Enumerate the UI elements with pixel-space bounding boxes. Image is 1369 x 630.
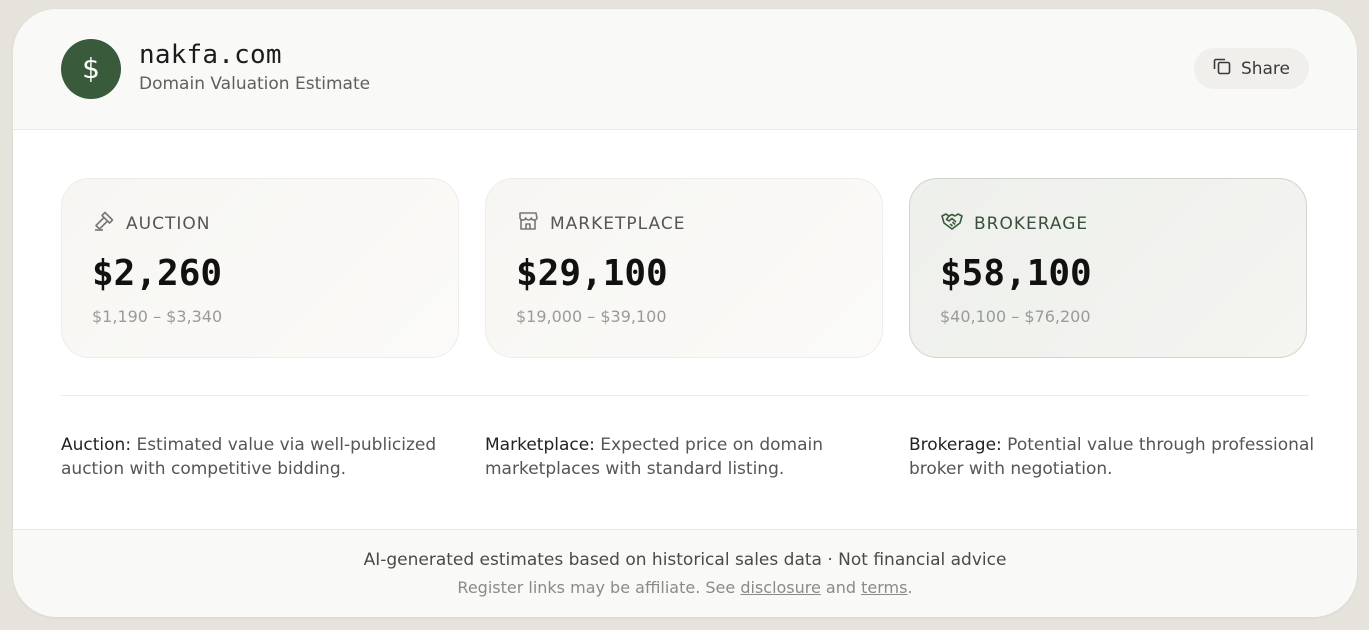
marketplace-description: Marketplace: Expected price on domain ma…: [485, 433, 875, 481]
tier-range: $19,000 – $39,100: [516, 307, 667, 326]
brokerage-description: Brokerage: Potential value through profe…: [909, 433, 1319, 481]
domain-name: nakfa.com: [139, 40, 282, 70]
affiliate-note: Register links may be affiliate. See dis…: [13, 578, 1357, 597]
page-subtitle: Domain Valuation Estimate: [139, 74, 371, 94]
period-text: .: [907, 578, 913, 597]
auction-description: Auction: Estimated value via well-public…: [61, 433, 451, 481]
and-text: and: [820, 578, 862, 597]
dollar-sign-icon: $: [61, 39, 121, 99]
tier-value: $2,260: [92, 253, 223, 294]
svg-text:$: $: [82, 53, 100, 85]
tier-label: MARKETPLACE: [550, 213, 686, 234]
tier-range: $1,190 – $3,340: [92, 307, 223, 326]
description-term: Brokerage:: [909, 435, 1002, 455]
gavel-icon: [92, 209, 116, 238]
tier-range: $40,100 – $76,200: [940, 307, 1091, 326]
description-term: Marketplace:: [485, 435, 595, 455]
card-footer: AI-generated estimates based on historic…: [13, 529, 1357, 617]
disclosure-link[interactable]: disclosure: [740, 578, 821, 597]
share-label: Share: [1240, 58, 1290, 79]
tier-value: $58,100: [940, 253, 1092, 294]
terms-link[interactable]: terms: [861, 578, 907, 597]
card-header: $ nakfa.com Domain Valuation Estimate Sh…: [13, 9, 1357, 130]
description-term: Auction:: [61, 435, 132, 455]
affiliate-prefix: Register links may be affiliate. See: [457, 578, 741, 597]
tier-brokerage: BROKERAGE $58,100 $40,100 – $76,200: [909, 178, 1307, 358]
section-divider: [61, 395, 1309, 396]
tier-label: AUCTION: [126, 213, 211, 234]
disclaimer-text: AI-generated estimates based on historic…: [363, 550, 1007, 570]
valuation-tiers: AUCTION $2,260 $1,190 – $3,340 MARKETPLA…: [61, 178, 1309, 360]
tier-header: AUCTION: [92, 209, 210, 238]
valuation-card: $ nakfa.com Domain Valuation Estimate Sh…: [13, 9, 1357, 617]
handshake-icon: [940, 209, 964, 238]
share-button[interactable]: Share: [1193, 48, 1309, 89]
tier-header: MARKETPLACE: [516, 209, 685, 238]
copy-icon: [1212, 56, 1232, 81]
tier-header: BROKERAGE: [940, 209, 1088, 238]
tier-value: $29,100: [516, 253, 668, 294]
tier-auction: AUCTION $2,260 $1,190 – $3,340: [61, 178, 459, 358]
tier-marketplace: MARKETPLACE $29,100 $19,000 – $39,100: [485, 178, 883, 358]
storefront-icon: [516, 209, 540, 238]
tier-label: BROKERAGE: [974, 213, 1089, 234]
